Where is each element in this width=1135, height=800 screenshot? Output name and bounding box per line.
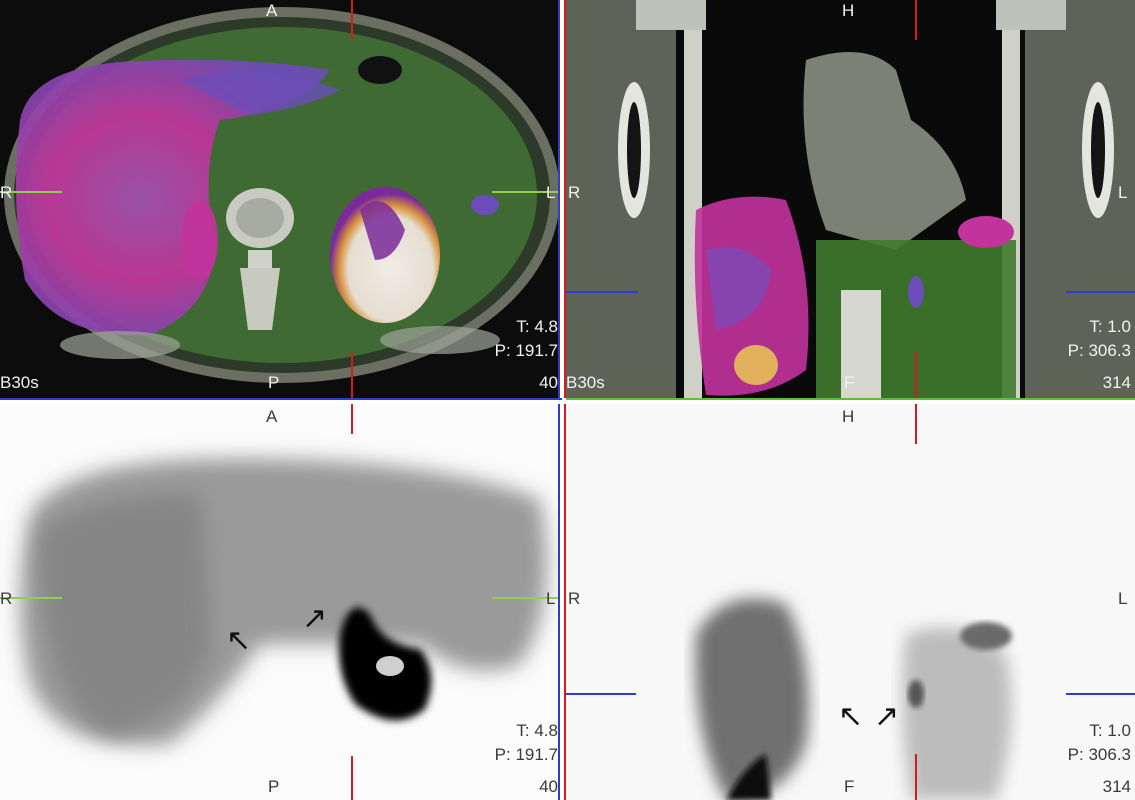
- slice-number: 314: [1102, 373, 1131, 392]
- orientation-bottom: F: [844, 373, 855, 392]
- orientation-left: R: [568, 589, 581, 608]
- pet-ct-viewer: A P R L T: 4.8 P: 191.7 40 B30s H F R L …: [0, 0, 1135, 800]
- orientation-bottom: F: [844, 777, 855, 796]
- orientation-top: A: [266, 407, 278, 426]
- slice-number: 40: [539, 373, 558, 392]
- slice-position: P: 306.3: [1067, 341, 1131, 360]
- lesion-arrow-icon: ↗: [874, 700, 900, 733]
- lesion-arrow-icon: ↖: [226, 624, 252, 657]
- axial-pet-image: [0, 404, 560, 800]
- slice-thickness: T: 1.0: [1089, 721, 1131, 740]
- slice-number: 40: [539, 777, 558, 796]
- orientation-right: L: [546, 589, 556, 608]
- viewport-divider-horizontal[interactable]: [0, 398, 1135, 404]
- lesion-arrow-icon: ↗: [302, 602, 328, 635]
- coronal-pet-viewport[interactable]: ↖ ↗ H F R L T: 1.0 P: 306.3 314: [566, 404, 1135, 800]
- orientation-right: L: [1118, 183, 1128, 202]
- orientation-left: R: [0, 589, 13, 608]
- orientation-top: H: [842, 407, 855, 426]
- reconstruction-kernel: B30s: [566, 373, 605, 392]
- axial-fused-viewport[interactable]: A P R L T: 4.8 P: 191.7 40 B30s: [0, 0, 562, 400]
- slice-position: P: 191.7: [494, 341, 558, 360]
- orientation-left: R: [0, 183, 13, 202]
- slice-thickness: T: 1.0: [1089, 317, 1131, 336]
- axial-pet-viewport[interactable]: ↖ ↗ A P R L T: 4.8 P: 191.7 40: [0, 404, 562, 800]
- orientation-right: L: [546, 183, 556, 202]
- orientation-left: R: [568, 183, 581, 202]
- slice-thickness: T: 4.8: [516, 317, 558, 336]
- orientation-top: A: [266, 1, 278, 20]
- coronal-fused-image: [566, 0, 1135, 400]
- axial-fused-image: [0, 0, 560, 400]
- slice-position: P: 191.7: [494, 745, 558, 764]
- orientation-right: L: [1118, 589, 1128, 608]
- orientation-top: H: [842, 1, 855, 20]
- lesion-arrow-icon: ↖: [838, 700, 864, 733]
- slice-thickness: T: 4.8: [516, 721, 558, 740]
- slice-position: P: 306.3: [1067, 745, 1131, 764]
- reconstruction-kernel: B30s: [0, 373, 39, 392]
- orientation-bottom: P: [268, 373, 280, 392]
- slice-number: 314: [1102, 777, 1131, 796]
- coronal-fused-viewport[interactable]: H F R L T: 1.0 P: 306.3 314 B30s: [566, 0, 1135, 400]
- orientation-bottom: P: [268, 777, 280, 796]
- coronal-pet-image: [566, 404, 1135, 800]
